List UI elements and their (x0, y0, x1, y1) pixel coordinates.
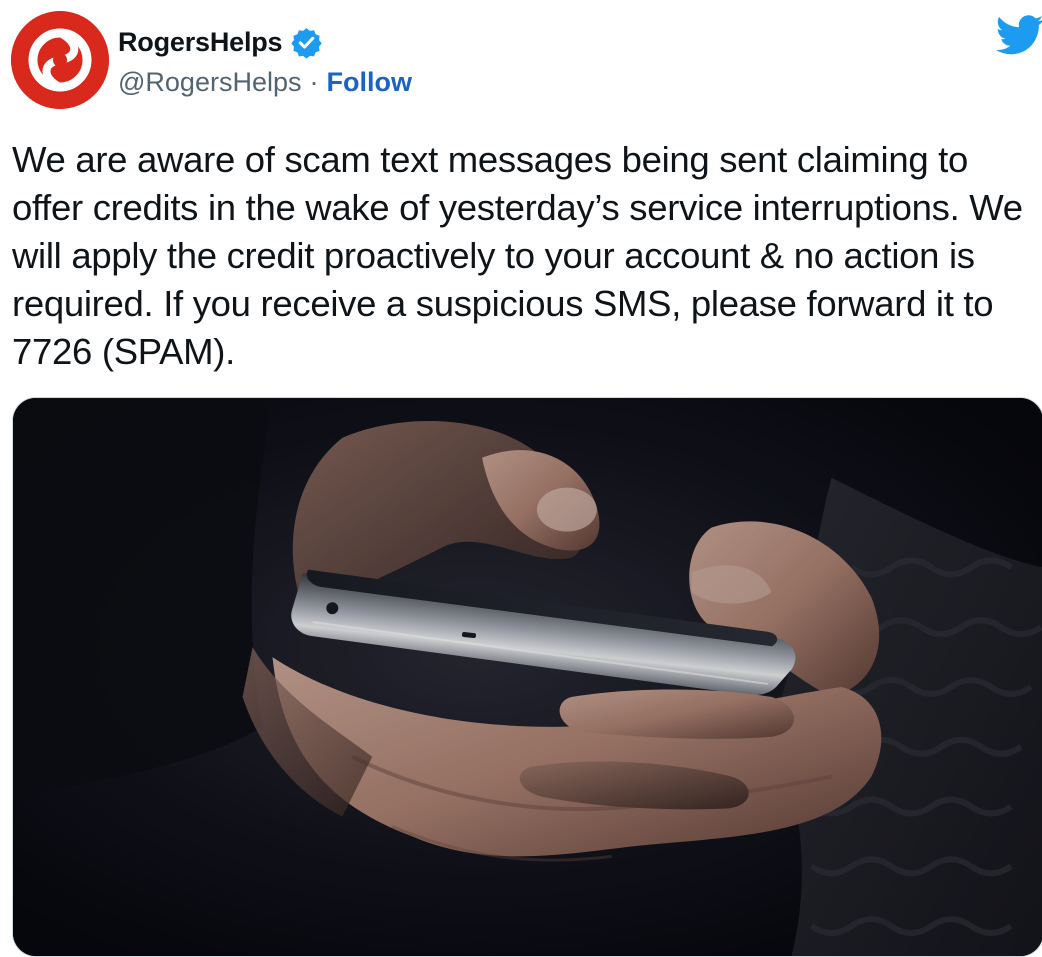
tweet-text: We are aware of scam text messages being… (12, 139, 1023, 372)
avatar[interactable] (11, 11, 109, 109)
tweet-media-image[interactable] (12, 397, 1042, 957)
handle-row: @RogersHelps · Follow (118, 62, 412, 102)
twitter-bird-icon[interactable] (996, 15, 1042, 55)
name-row: RogersHelps (118, 22, 323, 62)
display-name[interactable]: RogersHelps (118, 27, 283, 58)
rogers-logo-icon (11, 11, 109, 109)
photo-hands-holding-smartphone (13, 398, 1042, 956)
verified-badge-icon (291, 27, 323, 59)
account-handle[interactable]: @RogersHelps (118, 67, 301, 98)
follow-button[interactable]: Follow (326, 67, 411, 98)
separator: · (309, 66, 319, 97)
twitter-bird-glyph (996, 15, 1042, 55)
